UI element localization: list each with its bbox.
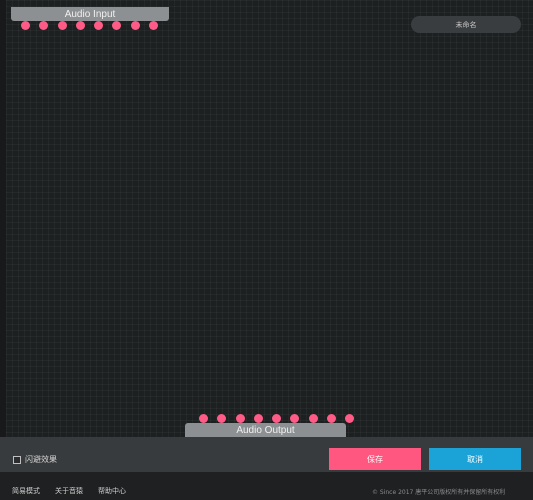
cancel-button-label: 取消 (467, 454, 483, 464)
connection-pin[interactable] (75, 21, 85, 30)
node-canvas[interactable] (6, 0, 533, 437)
connection-pin[interactable] (217, 414, 227, 423)
connection-pin[interactable] (112, 21, 122, 30)
connection-pin[interactable] (199, 414, 208, 423)
preset-name-field[interactable]: 未命名 (411, 16, 521, 33)
save-button-label: 保存 (367, 454, 383, 464)
connection-pin[interactable] (94, 21, 104, 30)
connection-pin[interactable] (327, 414, 337, 423)
audio-input-label: Audio Input (64, 8, 116, 20)
audio-output-pins (199, 414, 355, 423)
preset-name-value: 未命名 (455, 20, 477, 29)
footer-link-about[interactable]: 关于音猿 (55, 486, 83, 496)
copyright-text: © Since 2017 唐平公司版权所有并保留所有权利 (372, 489, 506, 496)
connection-pin[interactable] (290, 414, 300, 423)
strobe-checkbox[interactable] (13, 456, 21, 464)
connection-pin[interactable] (57, 21, 67, 30)
connection-pin[interactable] (253, 414, 263, 423)
audio-input-node[interactable]: Audio Input (11, 7, 169, 21)
connection-pin[interactable] (149, 21, 159, 30)
footer-link-simple-mode[interactable]: 简易模式 (12, 486, 40, 496)
save-button[interactable]: 保存 (329, 448, 421, 470)
connection-pin[interactable] (345, 414, 355, 423)
connection-pin[interactable] (39, 21, 49, 30)
audio-input-pins (21, 21, 159, 30)
canvas-left-edge (0, 0, 6, 437)
connection-pin[interactable] (235, 414, 245, 423)
audio-output-node[interactable]: Audio Output (185, 423, 346, 437)
connection-pin[interactable] (130, 21, 140, 30)
audio-output-label: Audio Output (236, 424, 295, 436)
connection-pin[interactable] (272, 414, 282, 423)
footer-link-help[interactable]: 帮助中心 (98, 486, 126, 496)
strobe-label: 闪避效果 (25, 455, 57, 464)
cancel-button[interactable]: 取消 (429, 448, 521, 470)
connection-pin[interactable] (308, 414, 318, 423)
connection-pin[interactable] (21, 21, 30, 30)
